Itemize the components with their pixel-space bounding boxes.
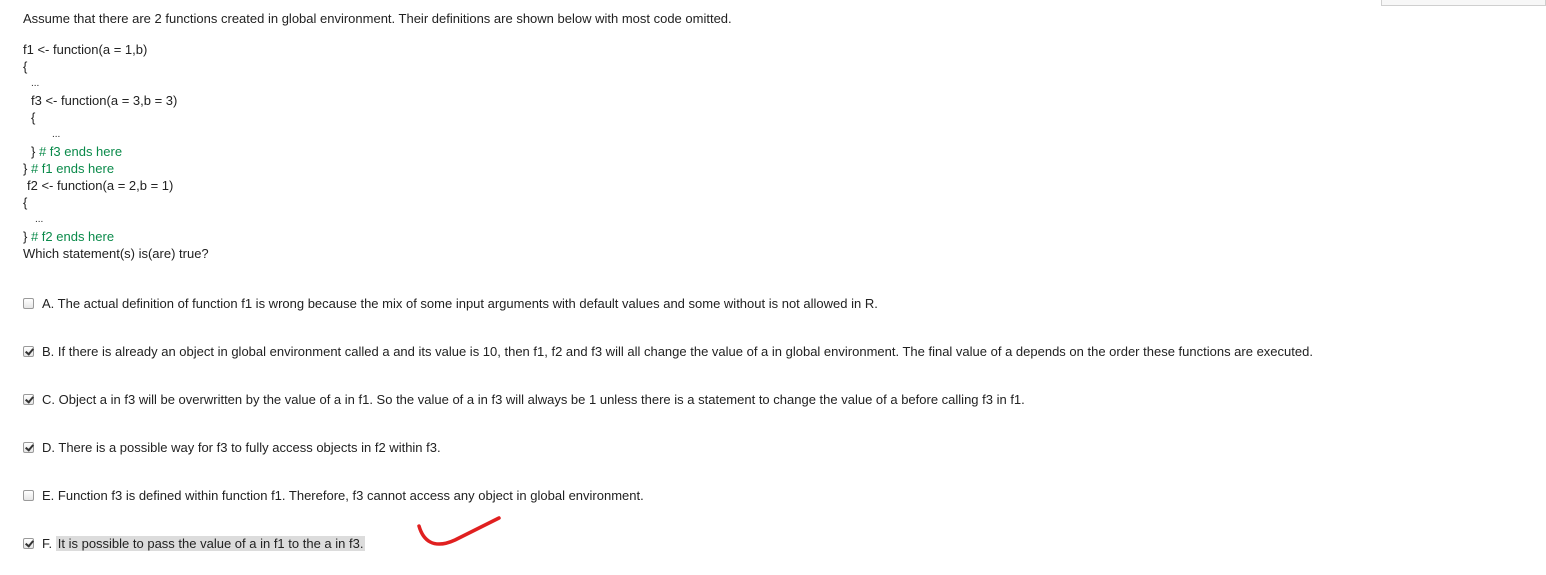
checkbox-d[interactable]	[23, 441, 34, 453]
option-a-label: A. The actual definition of function f1 …	[42, 295, 878, 311]
code-line-6: ...	[52, 129, 61, 140]
quiz-page: Assume that there are 2 functions create…	[0, 0, 1546, 575]
code-line-4: f3 <- function(a = 3,b = 3)	[31, 93, 178, 108]
option-c[interactable]: C. Object a in f3 will be overwritten by…	[23, 390, 1025, 408]
checkbox-f[interactable]	[23, 537, 34, 549]
code-comment: # f1 ends here	[27, 161, 115, 176]
red-checkmark-icon	[417, 516, 501, 546]
code-comment: # f3 ends here	[35, 144, 123, 159]
code-comment: # f2 ends here	[27, 229, 115, 244]
option-f[interactable]: F. It is possible to pass the value of a…	[23, 534, 366, 552]
code-line-11: ...	[35, 214, 44, 225]
checkbox-c[interactable]	[23, 393, 34, 405]
code-line-7: } # f3 ends here	[31, 144, 122, 160]
code-line-3: ...	[31, 78, 40, 89]
option-d-label: D. There is a possible way for f3 to ful…	[42, 439, 441, 455]
top-right-panel-edge	[1381, 0, 1546, 6]
code-line-5: {	[31, 110, 36, 125]
code-line-12: } # f2 ends here	[23, 229, 114, 245]
checkbox-e[interactable]	[23, 489, 34, 501]
code-line-2: {	[23, 59, 28, 74]
code-line-8: } # f1 ends here	[23, 161, 114, 177]
checkbox-a[interactable]	[23, 297, 34, 309]
option-e-label: E. Function f3 is defined within functio…	[42, 487, 644, 503]
question-intro: Assume that there are 2 functions create…	[23, 11, 732, 26]
option-d[interactable]: D. There is a possible way for f3 to ful…	[23, 438, 441, 456]
code-line-9: f2 <- function(a = 2,b = 1)	[27, 178, 174, 193]
option-c-label: C. Object a in f3 will be overwritten by…	[42, 391, 1025, 407]
checkbox-b[interactable]	[23, 345, 34, 357]
option-b-label: B. If there is already an object in glob…	[42, 343, 1313, 359]
code-line-1: f1 <- function(a = 1,b)	[23, 42, 148, 57]
option-f-label: It is possible to pass the value of a in…	[55, 535, 366, 551]
option-f-letter: F.	[42, 535, 53, 551]
question-prompt: Which statement(s) is(are) true?	[23, 246, 209, 261]
option-b[interactable]: B. If there is already an object in glob…	[23, 342, 1313, 360]
option-a[interactable]: A. The actual definition of function f1 …	[23, 294, 878, 312]
option-e[interactable]: E. Function f3 is defined within functio…	[23, 486, 644, 504]
code-line-10: {	[23, 195, 28, 210]
